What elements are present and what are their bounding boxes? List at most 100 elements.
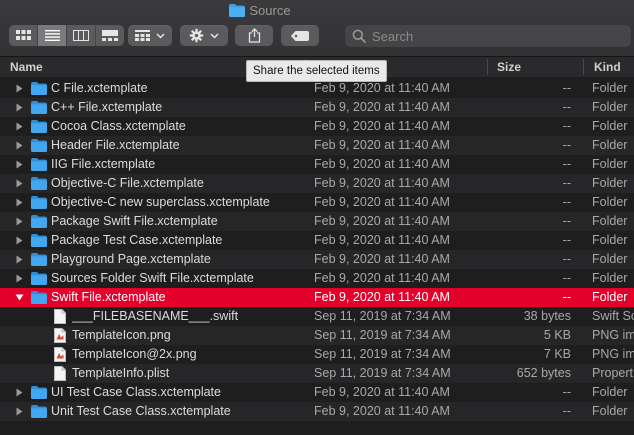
- table-row[interactable]: UI Test Case Class.xctemplate Feb 9, 2020…: [0, 383, 634, 402]
- date-modified: Feb 9, 2020 at 11:40 AM: [314, 385, 450, 399]
- action-button[interactable]: [180, 25, 228, 46]
- table-row[interactable]: Header File.xctemplate Feb 9, 2020 at 11:…: [0, 136, 634, 155]
- file-size: --: [562, 119, 571, 133]
- file-name: ___FILEBASENAME___.swift: [72, 309, 239, 323]
- file-list: C File.xctemplate Feb 9, 2020 at 11:40 AM…: [0, 79, 634, 421]
- disclosure-triangle-right-icon[interactable]: [14, 117, 24, 136]
- share-tooltip: Share the selected items: [246, 60, 387, 82]
- file-size: --: [562, 385, 571, 399]
- disclosure-triangle-right-icon[interactable]: [14, 402, 24, 421]
- file-kind: Folder: [592, 195, 628, 209]
- search-field[interactable]: [345, 25, 631, 47]
- disclosure-triangle-right-icon[interactable]: [14, 174, 24, 193]
- file-size: 652 bytes: [516, 366, 571, 380]
- gallery-view-button[interactable]: [96, 25, 124, 46]
- disclosure-triangle-right-icon[interactable]: [14, 231, 24, 250]
- date-modified: Feb 9, 2020 at 11:40 AM: [314, 214, 450, 228]
- table-row[interactable]: TemplateInfo.plist Sep 11, 2019 at 7:34 A…: [0, 364, 634, 383]
- file-size: --: [562, 252, 571, 266]
- file-size: --: [562, 195, 571, 209]
- table-row[interactable]: Objective-C new superclass.xctemplate Feb…: [0, 193, 634, 212]
- file-name: Playground Page.xctemplate: [51, 252, 211, 266]
- disclosure-triangle-right-icon[interactable]: [14, 269, 24, 288]
- icon-grid-icon: [15, 30, 31, 40]
- table-row[interactable]: IIG File.xctemplate Feb 9, 2020 at 11:40 …: [0, 155, 634, 174]
- gallery-icon: [102, 30, 118, 41]
- file-kind: Folder: [592, 157, 628, 171]
- file-kind: Folder: [592, 119, 628, 133]
- table-row[interactable]: Package Test Case.xctemplate Feb 9, 2020 …: [0, 231, 634, 250]
- file-size: --: [562, 176, 571, 190]
- column-divider[interactable]: [583, 59, 584, 75]
- file-name: C++ File.xctemplate: [51, 100, 163, 114]
- disclosure-triangle-right-icon[interactable]: [14, 212, 24, 231]
- date-modified: Feb 9, 2020 at 11:40 AM: [314, 138, 450, 152]
- date-modified: Feb 9, 2020 at 11:40 AM: [314, 100, 450, 114]
- disclosure-triangle-right-icon[interactable]: [14, 79, 24, 98]
- view-mode-segmented-control: [9, 25, 124, 46]
- list-icon: [44, 30, 60, 41]
- table-row[interactable]: C++ File.xctemplate Feb 9, 2020 at 11:40 …: [0, 98, 634, 117]
- file-name: IIG File.xctemplate: [51, 157, 156, 171]
- file-name: UI Test Case Class.xctemplate: [51, 385, 221, 399]
- table-row[interactable]: TemplateIcon.png Sep 11, 2019 at 7:34 AM 5…: [0, 326, 634, 345]
- column-header-name[interactable]: Name: [10, 60, 43, 74]
- search-input[interactable]: [370, 27, 614, 45]
- window-title-text: Source: [249, 3, 291, 18]
- disclosure-triangle-right-icon[interactable]: [14, 250, 24, 269]
- file-name: Swift File.xctemplate: [51, 290, 166, 304]
- disclosure-triangle-right-icon[interactable]: [14, 98, 24, 117]
- table-row[interactable]: Package Swift File.xctemplate Feb 9, 2020…: [0, 212, 634, 231]
- disclosure-triangle-right-icon[interactable]: [14, 193, 24, 212]
- chevron-down-icon: [210, 32, 219, 39]
- table-row[interactable]: TemplateIcon@2x.png Sep 11, 2019 at 7:34 …: [0, 345, 634, 364]
- file-size: --: [562, 271, 571, 285]
- column-header-kind[interactable]: Kind: [594, 60, 621, 74]
- date-modified: Feb 9, 2020 at 11:40 AM: [314, 404, 450, 418]
- date-modified: Feb 9, 2020 at 11:40 AM: [314, 176, 450, 190]
- file-kind: Folder: [592, 214, 628, 228]
- file-kind: Folder: [592, 271, 628, 285]
- table-row[interactable]: Swift File.xctemplate Feb 9, 2020 at 11:4…: [0, 288, 634, 307]
- share-button[interactable]: [235, 25, 273, 46]
- file-size: --: [562, 404, 571, 418]
- table-row[interactable]: Unit Test Case Class.xctemplate Feb 9, 20…: [0, 402, 634, 421]
- group-by-button[interactable]: [128, 25, 172, 46]
- file-size: 38 bytes: [523, 309, 571, 323]
- file-size: --: [562, 214, 571, 228]
- file-kind: Folder: [592, 404, 628, 418]
- folder-icon: [31, 405, 47, 424]
- date-modified: Feb 9, 2020 at 11:40 AM: [314, 157, 450, 171]
- table-row[interactable]: Playground Page.xctemplate Feb 9, 2020 at…: [0, 250, 634, 269]
- file-size: --: [562, 157, 571, 171]
- date-modified: Feb 9, 2020 at 11:40 AM: [314, 252, 450, 266]
- table-row[interactable]: Objective-C File.xctemplate Feb 9, 2020 a…: [0, 174, 634, 193]
- table-row[interactable]: Sources Folder Swift File.xctemplate Feb …: [0, 269, 634, 288]
- file-size: 5 KB: [543, 328, 571, 342]
- disclosure-triangle-right-icon[interactable]: [14, 383, 24, 402]
- disclosure-triangle-down-icon[interactable]: [14, 288, 24, 307]
- date-modified: Sep 11, 2019 at 7:34 AM: [314, 309, 451, 323]
- column-view-button[interactable]: [67, 25, 96, 46]
- date-modified: Feb 9, 2020 at 11:40 AM: [314, 233, 450, 247]
- icon-view-button[interactable]: [9, 25, 38, 46]
- disclosure-triangle-right-icon[interactable]: [14, 136, 24, 155]
- file-name: Header File.xctemplate: [51, 138, 180, 152]
- disclosure-triangle-right-icon[interactable]: [14, 155, 24, 174]
- column-header-size[interactable]: Size: [497, 60, 521, 74]
- list-view-button[interactable]: [38, 25, 67, 46]
- date-modified: Feb 9, 2020 at 11:40 AM: [314, 119, 450, 133]
- file-size: --: [562, 233, 571, 247]
- table-row[interactable]: Cocoa Class.xctemplate Feb 9, 2020 at 11:…: [0, 117, 634, 136]
- file-kind: Folder: [592, 252, 628, 266]
- tags-button[interactable]: [281, 25, 319, 46]
- file-name: TemplateIcon@2x.png: [72, 347, 197, 361]
- file-name: TemplateIcon.png: [72, 328, 171, 342]
- file-kind: PNG im: [592, 328, 634, 342]
- file-kind: Swift Sc: [592, 309, 634, 323]
- table-row[interactable]: ___FILEBASENAME___.swift Sep 11, 2019 at …: [0, 307, 634, 326]
- chevron-down-icon: [156, 32, 165, 39]
- date-modified: Sep 11, 2019 at 7:34 AM: [314, 328, 451, 342]
- file-kind: Folder: [592, 385, 628, 399]
- column-divider[interactable]: [487, 59, 488, 75]
